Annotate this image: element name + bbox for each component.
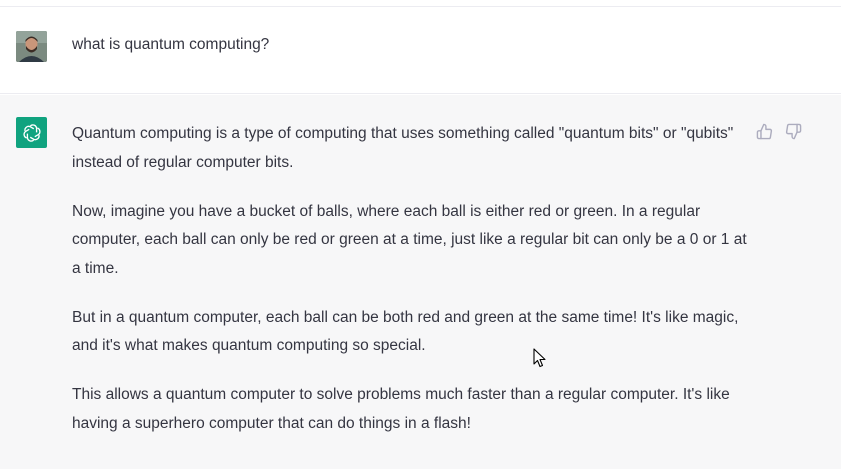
user-avatar — [16, 31, 47, 62]
assistant-paragraph: But in a quantum computer, each ball can… — [72, 308, 739, 355]
user-message-row: what is quantum computing? — [0, 7, 841, 94]
assistant-message-text: Quantum computing is a type of computing… — [72, 120, 752, 459]
assistant-paragraph: Quantum computing is a type of computing… — [72, 125, 734, 171]
assistant-paragraph: Now, imagine you have a bucket of balls,… — [72, 202, 747, 277]
thumbs-up-icon[interactable] — [756, 123, 773, 140]
feedback-buttons — [756, 123, 802, 140]
thumbs-down-icon[interactable] — [785, 123, 802, 140]
assistant-paragraph: This allows a quantum computer to solve … — [72, 386, 730, 432]
chatgpt-logo-icon — [16, 117, 47, 148]
user-message-text: what is quantum computing? — [72, 36, 270, 53]
assistant-message-row: Quantum computing is a type of computing… — [0, 95, 841, 469]
mouse-pointer-icon — [533, 348, 547, 373]
